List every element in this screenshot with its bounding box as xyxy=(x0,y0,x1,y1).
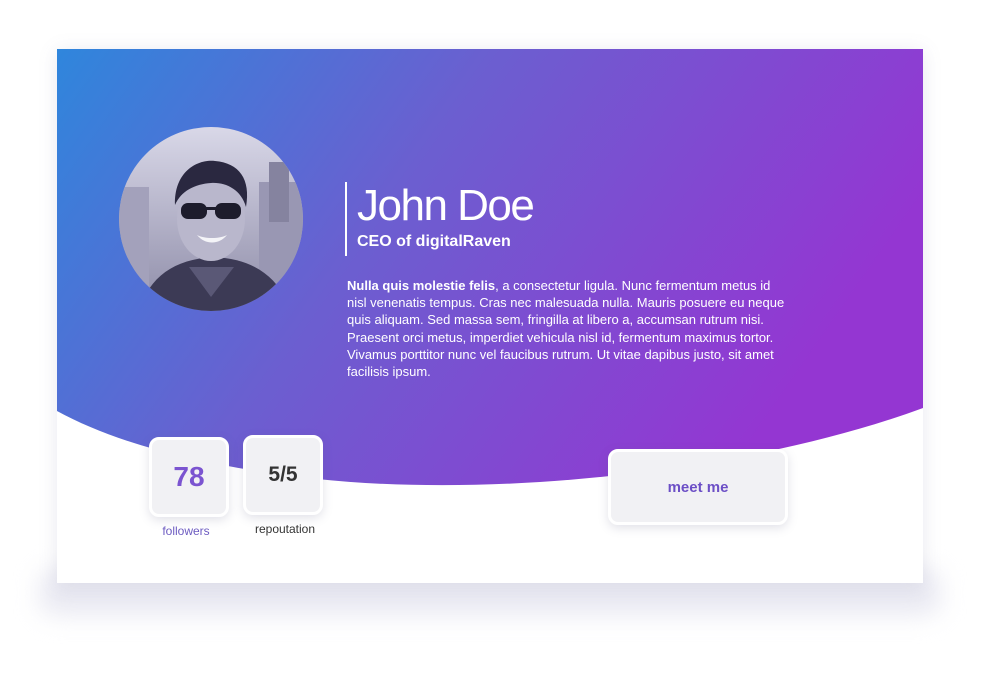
meet-me-button[interactable]: meet me xyxy=(608,449,788,525)
profile-role: CEO of digitalRaven xyxy=(357,233,511,250)
reputation-label: repoutation xyxy=(254,522,316,536)
followers-label: followers xyxy=(162,524,210,538)
name-block: John Doe CEO of digitalRaven xyxy=(345,181,535,256)
followers-count: 78 xyxy=(173,461,205,492)
followers-stat: 78 xyxy=(149,437,229,517)
profile-bio: Nulla quis molestie felis, a consectetur… xyxy=(347,277,787,380)
profile-card: John Doe CEO of digitalRaven Nulla quis … xyxy=(57,49,923,583)
profile-name: John Doe xyxy=(357,181,535,230)
reputation-score: 5/5 xyxy=(268,463,298,486)
bio-text: , a consectetur ligula. Nunc fermentum m… xyxy=(347,278,785,380)
profile-photo xyxy=(119,127,303,311)
bio-lead: Nulla quis molestie felis xyxy=(347,278,496,293)
reputation-stat: 5/5 xyxy=(243,435,323,515)
avatar xyxy=(119,127,303,311)
